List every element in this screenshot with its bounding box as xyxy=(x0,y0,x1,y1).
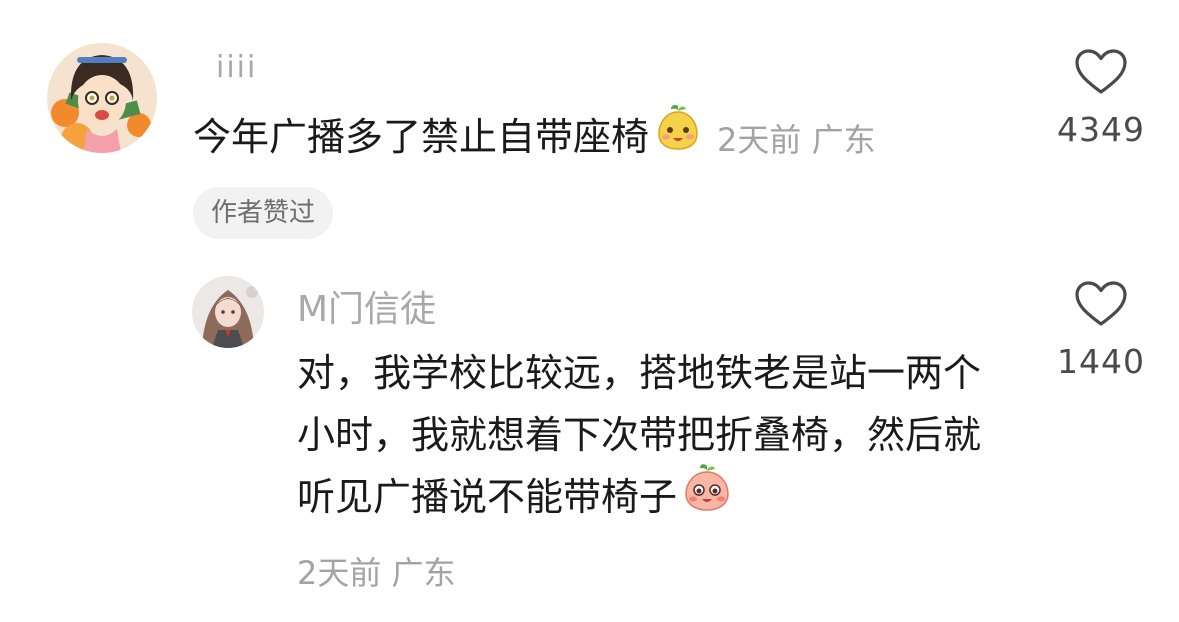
comment-text[interactable]: 今年广播多了禁止自带座椅 2天前 广东 xyxy=(193,104,876,171)
comment-location: 广东 xyxy=(811,120,876,159)
comment-username[interactable]: iiii xyxy=(216,50,257,85)
heart-outline-icon xyxy=(1075,281,1127,326)
reply-location: 广东 xyxy=(391,554,456,592)
heart-outline-icon xyxy=(1075,49,1127,94)
reply-time: 2天前 xyxy=(297,554,382,592)
reply-text[interactable]: 对，我学校比较远，搭地铁老是站一两个小时，我就想着下次带把折叠椅，然后就听见广播… xyxy=(297,342,1007,531)
reply-avatar[interactable] xyxy=(192,276,264,348)
like-button[interactable]: 4349 xyxy=(1041,48,1161,149)
comment-time: 2天前 xyxy=(717,120,802,159)
comment-meta: 2天前 广东 xyxy=(717,121,876,159)
comment-body: 今年广播多了禁止自带座椅 xyxy=(193,115,650,159)
reply-username[interactable]: M门信徒 xyxy=(297,280,436,332)
pear-face-emoji-icon xyxy=(653,102,703,170)
reply-like-count: 1440 xyxy=(1057,342,1145,381)
author-liked-badge: 作者赞过 xyxy=(193,187,334,239)
reply-body: 对，我学校比较远，搭地铁老是站一两个小时，我就想着下次带把折叠椅，然后就听见广播… xyxy=(297,351,982,519)
reply-like-button[interactable]: 1440 xyxy=(1041,280,1161,381)
reply-meta: 2天前 广东 xyxy=(297,548,456,594)
peach-face-emoji-icon xyxy=(681,461,733,531)
avatar[interactable] xyxy=(47,43,157,153)
like-count: 4349 xyxy=(1057,110,1145,149)
